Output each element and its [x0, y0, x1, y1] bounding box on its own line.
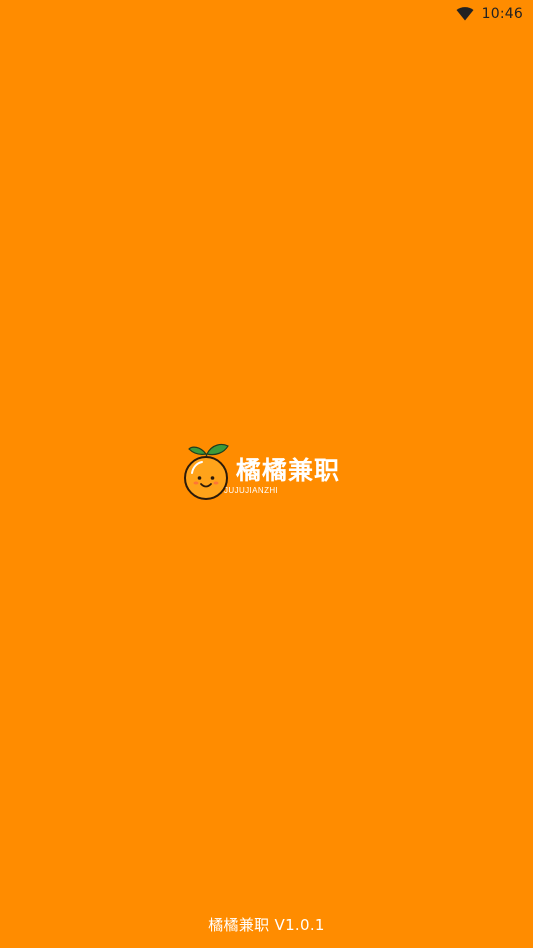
logo-title: 橘橘兼职	[236, 456, 341, 485]
status-bar: 10:46	[0, 0, 533, 28]
status-icons: 10:46	[456, 4, 523, 24]
status-time: 10:46	[481, 6, 523, 22]
version-label: 橘橘兼职 V1.0.1	[208, 916, 325, 934]
splash-screen: 10:46 橘橘兼职 JUJUJIANZHI 橘橘兼职 V1.0.1	[0, 0, 533, 948]
app-logo: 橘橘兼职 JUJUJIANZHI	[182, 440, 357, 504]
logo-subtitle: JUJUJIANZHI	[224, 486, 279, 495]
wifi-icon	[456, 7, 474, 21]
